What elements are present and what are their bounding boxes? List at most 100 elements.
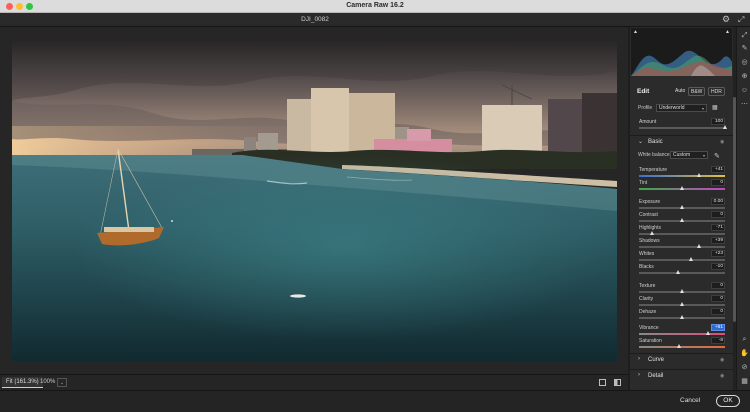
saturation-slider[interactable]: Saturation -8 bbox=[630, 337, 733, 350]
dehaze-thumb[interactable] bbox=[680, 315, 684, 319]
blacks-value[interactable]: -10 bbox=[711, 263, 725, 270]
profile-select[interactable]: Underworld ▾ bbox=[656, 104, 707, 112]
texture-slider[interactable]: Texture 0 bbox=[630, 282, 733, 295]
edit-brush-icon[interactable]: ✎ bbox=[740, 44, 749, 53]
exposure-value[interactable]: 0.00 bbox=[711, 198, 725, 205]
section-basic[interactable]: ⌄ Basic ◉ bbox=[630, 135, 733, 147]
eye-icon[interactable]: ◉ bbox=[720, 373, 724, 379]
eye-icon[interactable]: ◉ bbox=[720, 357, 724, 363]
tint-slider[interactable]: Tint 0 bbox=[630, 179, 733, 192]
section-curve-title: Curve bbox=[648, 357, 665, 363]
fullscreen-icon[interactable]: ⤢ bbox=[738, 15, 744, 25]
zoom-100-button[interactable]: 100% bbox=[40, 379, 55, 385]
zoom-icon[interactable]: ⌕ bbox=[740, 335, 749, 344]
sampler-icon[interactable]: ⊘ bbox=[740, 363, 749, 372]
vibrance-slider[interactable]: Vibrance +61 bbox=[630, 324, 733, 337]
whites-value[interactable]: +23 bbox=[711, 250, 725, 257]
exposure-slider[interactable]: Exposure 0.00 bbox=[630, 198, 733, 211]
contrast-slider[interactable]: Contrast 0 bbox=[630, 211, 733, 224]
chevron-right-icon: › bbox=[638, 356, 640, 362]
file-bar: DJI_0082 ⚙ ⤢ bbox=[0, 13, 750, 27]
vibrance-thumb[interactable] bbox=[705, 331, 710, 335]
gear-icon[interactable]: ⚙ bbox=[722, 14, 730, 25]
shadows-track[interactable] bbox=[639, 246, 725, 248]
more-icon[interactable]: ⋯ bbox=[740, 100, 749, 109]
vibrance-track[interactable] bbox=[639, 333, 725, 335]
vibrance-value[interactable]: +61 bbox=[711, 324, 725, 331]
zoom-fit-button[interactable]: Fit (161.3%) bbox=[2, 377, 43, 388]
temperature-track[interactable] bbox=[639, 175, 725, 177]
shadows-label: Shadows bbox=[639, 238, 660, 244]
eye-icon[interactable]: ◉ bbox=[720, 139, 724, 145]
texture-label: Texture bbox=[639, 283, 656, 289]
amount-label: Amount bbox=[639, 119, 657, 125]
zoom-dropdown-icon[interactable]: ⌄ bbox=[57, 378, 67, 387]
tint-thumb[interactable] bbox=[680, 186, 684, 190]
cancel-button[interactable]: Cancel bbox=[680, 397, 700, 404]
blacks-slider[interactable]: Blacks -10 bbox=[630, 263, 733, 276]
whites-label: Whites bbox=[639, 251, 655, 257]
whites-slider[interactable]: Whites +23 bbox=[630, 250, 733, 263]
edit-panel: ▲ ▲ Edit Auto B&W HDR Profile Underworld… bbox=[630, 27, 733, 390]
temperature-thumb[interactable] bbox=[697, 173, 702, 177]
crop-icon[interactable]: ◎ bbox=[740, 58, 749, 67]
shadows-thumb[interactable] bbox=[697, 244, 702, 248]
ok-button[interactable]: OK bbox=[716, 395, 740, 407]
whites-track[interactable] bbox=[639, 259, 725, 261]
amount-track[interactable] bbox=[639, 127, 725, 129]
contrast-value[interactable]: 0 bbox=[711, 211, 725, 218]
temperature-slider[interactable]: Temperature +41 bbox=[630, 166, 733, 179]
tint-value[interactable]: 0 bbox=[711, 179, 725, 186]
clarity-value[interactable]: 0 bbox=[711, 295, 725, 302]
image-canvas[interactable] bbox=[0, 27, 628, 374]
texture-thumb[interactable] bbox=[680, 289, 684, 293]
saturation-track[interactable] bbox=[639, 346, 725, 348]
bw-button[interactable]: B&W bbox=[688, 87, 706, 96]
temperature-value[interactable]: +41 bbox=[711, 166, 725, 173]
section-detail[interactable]: › Detail ◉ bbox=[630, 369, 733, 381]
chevron-right-icon: › bbox=[638, 372, 640, 378]
temperature-label: Temperature bbox=[639, 167, 668, 173]
white-balance-value: Custom bbox=[673, 152, 691, 158]
hdr-button[interactable]: HDR bbox=[708, 87, 725, 96]
heal-icon[interactable]: ⊕ bbox=[740, 72, 749, 81]
amount-value[interactable]: 100 bbox=[711, 118, 725, 125]
section-curve[interactable]: › Curve ◉ bbox=[630, 353, 733, 365]
red-eye-icon[interactable]: ☺ bbox=[740, 86, 749, 95]
amount-thumb[interactable] bbox=[723, 125, 727, 129]
white-balance-select[interactable]: Custom ▾ bbox=[670, 151, 708, 159]
highlight-clipping-icon[interactable]: ▲ bbox=[725, 29, 730, 35]
exposure-label: Exposure bbox=[639, 199, 661, 205]
dehaze-value[interactable]: 0 bbox=[711, 308, 725, 315]
amount-slider[interactable]: Amount 100 bbox=[630, 118, 733, 131]
clarity-thumb[interactable] bbox=[680, 302, 684, 306]
grid-icon[interactable]: ▦ bbox=[740, 377, 749, 386]
highlights-value[interactable]: -71 bbox=[711, 224, 725, 231]
histogram-graph bbox=[631, 50, 732, 76]
highlights-thumb[interactable] bbox=[649, 231, 654, 235]
compare-view-icon[interactable] bbox=[614, 379, 621, 386]
dehaze-slider[interactable]: Dehaze 0 bbox=[630, 308, 733, 321]
chevron-down-icon: ▾ bbox=[701, 106, 704, 111]
blacks-track[interactable] bbox=[639, 272, 725, 274]
clarity-slider[interactable]: Clarity 0 bbox=[630, 295, 733, 308]
edit-header: Edit Auto B&W HDR bbox=[630, 85, 733, 97]
whites-thumb[interactable] bbox=[689, 257, 694, 261]
blacks-thumb[interactable] bbox=[675, 270, 680, 274]
before-after-icon[interactable] bbox=[599, 379, 606, 386]
texture-value[interactable]: 0 bbox=[711, 282, 725, 289]
fullscreen-tool-icon[interactable]: ⤢ bbox=[740, 31, 749, 40]
highlights-slider[interactable]: Highlights -71 bbox=[630, 224, 733, 237]
eyedropper-icon[interactable]: ✎ bbox=[714, 152, 720, 160]
auto-button[interactable]: Auto bbox=[673, 87, 687, 96]
exposure-thumb[interactable] bbox=[680, 205, 684, 209]
saturation-value[interactable]: -8 bbox=[711, 337, 725, 344]
section-detail-title: Detail bbox=[648, 373, 664, 379]
shadow-clipping-icon[interactable]: ▲ bbox=[633, 29, 638, 35]
hand-icon[interactable]: ✋ bbox=[740, 349, 749, 358]
shadows-slider[interactable]: Shadows +39 bbox=[630, 237, 733, 250]
saturation-thumb[interactable] bbox=[676, 344, 681, 348]
profile-browser-icon[interactable]: ▦ bbox=[712, 104, 718, 111]
shadows-value[interactable]: +39 bbox=[711, 237, 725, 244]
contrast-thumb[interactable] bbox=[680, 218, 684, 222]
